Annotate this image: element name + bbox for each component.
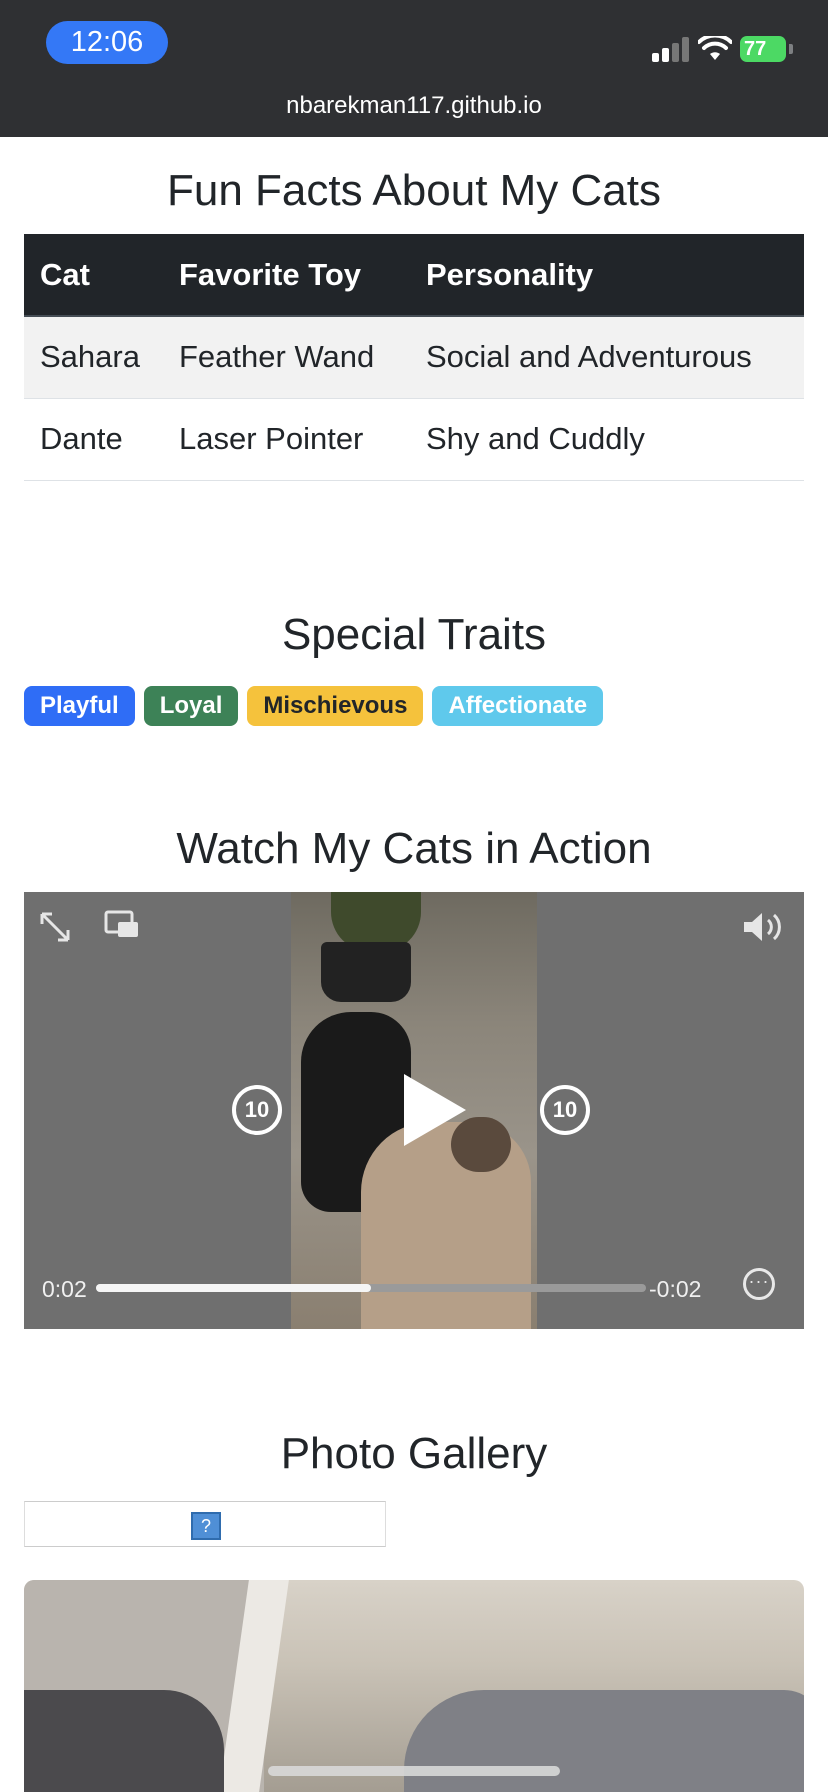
badge-affectionate: Affectionate — [432, 686, 604, 726]
battery-level: 77 — [744, 38, 767, 60]
cell-personality: Shy and Cuddly — [410, 398, 804, 481]
table-row: Sahara Feather Wand Social and Adventuro… — [24, 316, 804, 399]
facts-heading: Fun Facts About My Cats — [167, 166, 661, 215]
progress-fill — [96, 1284, 371, 1292]
cell-cat: Dante — [24, 398, 163, 481]
photo-blanket — [404, 1690, 804, 1792]
badge-playful: Playful — [24, 686, 135, 726]
badge-mischievous: Mischievous — [247, 686, 424, 726]
cell-toy: Feather Wand — [163, 316, 410, 399]
cell-toy: Laser Pointer — [163, 398, 410, 481]
gallery-heading: Photo Gallery — [280, 1429, 548, 1478]
cat-facts-table: Cat Favorite Toy Personality Sahara Feat… — [24, 234, 804, 481]
progress-bar[interactable] — [96, 1284, 646, 1292]
video-player[interactable]: 10 10 0:02 -0:02 ··· — [24, 892, 804, 1329]
video-heading: Watch My Cats in Action — [176, 824, 652, 873]
remaining-time: -0:02 — [649, 1276, 702, 1302]
address-bar-url[interactable]: nbarekman117.github.io — [0, 92, 828, 120]
table-header-row: Cat Favorite Toy Personality — [24, 234, 804, 317]
skip-forward-icon[interactable]: 10 — [540, 1085, 590, 1135]
pot-shape — [321, 942, 411, 1002]
more-options-icon[interactable]: ··· — [743, 1268, 775, 1300]
fullscreen-icon[interactable] — [38, 910, 72, 944]
traits-heading: Special Traits — [281, 610, 547, 659]
cell-cat: Sahara — [24, 316, 163, 399]
column-header-toy: Favorite Toy — [163, 234, 410, 317]
volume-icon[interactable] — [742, 910, 788, 944]
skip-back-icon[interactable]: 10 — [232, 1085, 282, 1135]
status-time: 12:06 — [46, 21, 168, 64]
cellular-signal-icon — [652, 36, 692, 62]
table-row: Dante Laser Pointer Shy and Cuddly — [24, 398, 804, 481]
badge-loyal: Loyal — [143, 686, 239, 726]
trait-badges: Playful Loyal Mischievous Affectionate — [24, 686, 604, 726]
cell-personality: Social and Adventurous — [410, 316, 804, 399]
battery-icon: 77 — [740, 36, 786, 62]
browser-status-bar: 12:06 77 nbarekman117.github.io — [0, 0, 828, 137]
column-header-cat: Cat — [24, 234, 163, 317]
photo-dark-area — [24, 1690, 224, 1792]
battery-tip — [789, 44, 793, 54]
broken-image: ? — [24, 1501, 386, 1547]
play-icon[interactable] — [404, 1074, 466, 1146]
gallery-photo[interactable] — [24, 1580, 804, 1792]
wifi-icon — [698, 36, 732, 60]
broken-image-icon: ? — [191, 1512, 221, 1540]
picture-in-picture-icon[interactable] — [104, 910, 140, 940]
elapsed-time: 0:02 — [42, 1276, 87, 1302]
column-header-personality: Personality — [410, 234, 804, 317]
home-indicator — [268, 1766, 560, 1776]
